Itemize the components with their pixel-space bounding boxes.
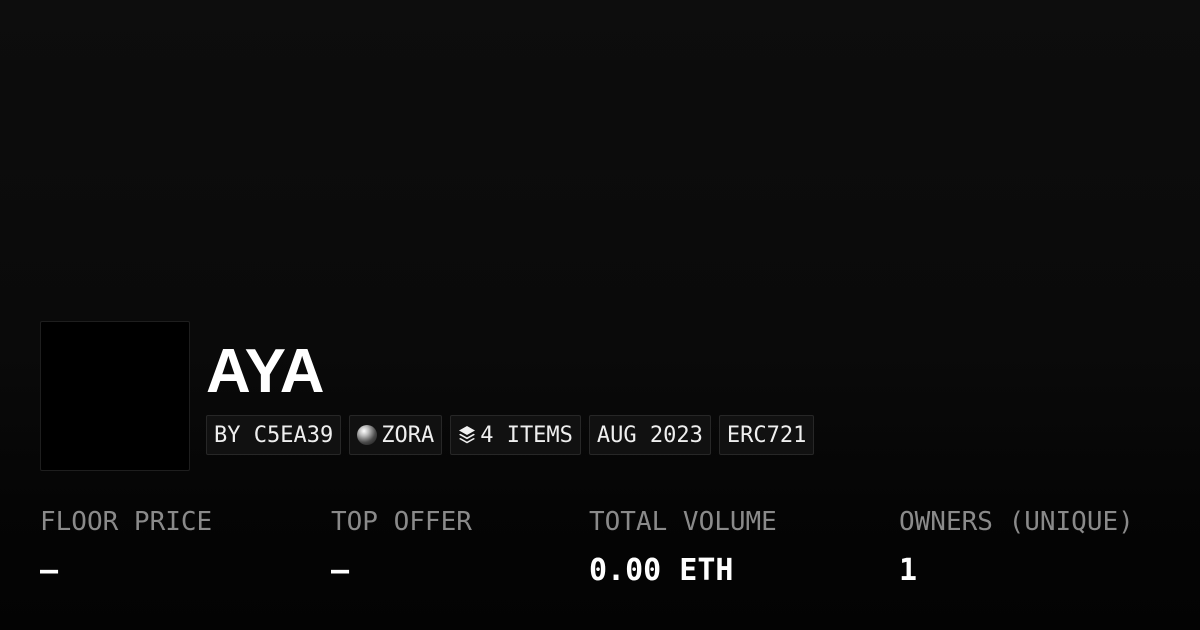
collection-thumbnail xyxy=(40,321,190,471)
stat-value: – xyxy=(331,553,350,588)
zora-network-icon xyxy=(357,425,378,445)
layers-icon xyxy=(458,425,476,445)
network-label: ZORA xyxy=(381,422,435,448)
stat-value: – xyxy=(40,553,59,588)
stat-label: TOTAL VOLUME xyxy=(589,507,777,537)
stat-label: OWNERS (UNIQUE) xyxy=(899,507,1134,537)
stat-value: 0.00 ETH xyxy=(589,553,734,588)
network-tag[interactable]: ZORA xyxy=(349,415,443,455)
stat-total-volume: TOTAL VOLUME 0.00 ETH xyxy=(589,505,777,588)
created-date-label: AUG 2023 xyxy=(596,422,703,448)
collection-title: AYA xyxy=(206,337,325,406)
stat-label: TOP OFFER xyxy=(331,507,472,537)
items-count-label: 4 ITEMS xyxy=(480,422,573,448)
collection-tags: BY C5EA39 ZORA 4 ITEMS AUG 2023 ERC721 xyxy=(206,415,815,455)
created-date-tag: AUG 2023 xyxy=(588,415,711,455)
stat-floor-price: FLOOR PRICE – xyxy=(40,505,212,588)
items-count-tag[interactable]: 4 ITEMS xyxy=(450,415,581,455)
creator-tag[interactable]: BY C5EA39 xyxy=(206,415,342,455)
collection-card: AYA BY C5EA39 ZORA 4 ITEMS AUG 2023 ERC7… xyxy=(0,0,1200,630)
token-standard-tag: ERC721 xyxy=(718,415,815,455)
token-standard-label: ERC721 xyxy=(726,422,807,448)
stat-owners: OWNERS (UNIQUE) 1 xyxy=(899,505,1134,588)
creator-label: BY C5EA39 xyxy=(214,422,334,448)
stat-top-offer: TOP OFFER – xyxy=(331,505,472,588)
stat-value: 1 xyxy=(899,553,918,588)
stat-label: FLOOR PRICE xyxy=(40,507,213,537)
